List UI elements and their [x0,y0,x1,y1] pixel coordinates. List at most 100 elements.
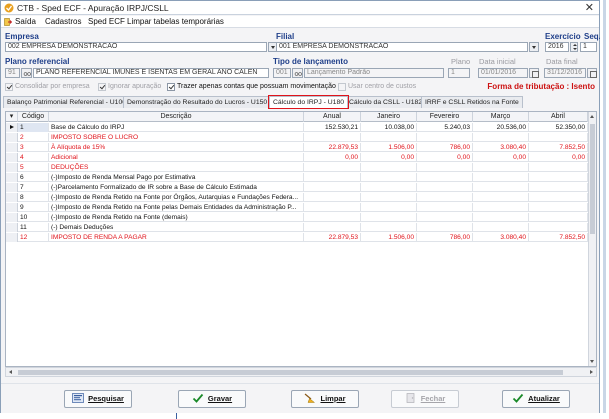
consolidar-checkbox[interactable] [5,83,13,91]
cell-value[interactable] [473,193,529,202]
cell-value[interactable] [417,213,473,222]
data-inicial-calendar-icon[interactable] [529,68,539,78]
cell-value[interactable] [529,133,588,142]
cell-value[interactable] [304,173,361,182]
cell-value[interactable] [417,223,473,232]
filial-field[interactable]: 001 EMPRESA DEMONSTRACAO [276,42,528,52]
plano-referencial-field[interactable]: PLANO REFERENCIAL IMUNES E ISENTAS EM GE… [33,68,269,78]
cell-value[interactable] [361,163,417,172]
cell-value[interactable] [473,163,529,172]
cell-value[interactable] [304,193,361,202]
menu-saida[interactable]: Saída [15,17,36,26]
cell-value[interactable] [417,173,473,182]
cell-value[interactable] [304,203,361,212]
row-indicator[interactable] [6,123,18,132]
gravar-button[interactable]: Gravar [178,390,246,408]
row-indicator[interactable] [6,153,18,162]
exercicio-spin-icon[interactable] [570,42,578,52]
cell-value[interactable] [304,223,361,232]
cell-value[interactable] [529,183,588,192]
row-indicator[interactable] [6,173,18,182]
cell-value[interactable] [361,173,417,182]
cell-value[interactable] [417,163,473,172]
table-row[interactable]: 2 IMPOSTO SOBRE O LUCRO [6,133,588,142]
cell-value[interactable] [473,133,529,142]
cell-value[interactable] [361,193,417,202]
cell-value[interactable] [473,183,529,192]
tab-irrf-csll[interactable]: IRRF e CSLL Retidos na Fonte [421,96,523,108]
menu-cadastros[interactable]: Cadastros [45,17,81,26]
cell-value[interactable]: 786,00 [417,143,473,152]
table-row[interactable]: 8 (-)Imposto de Renda Retido na Fonte por… [6,193,588,202]
cell-value[interactable]: 786,00 [417,233,473,242]
cell-value[interactable]: 0,00 [304,153,361,162]
menu-sped-ecf[interactable]: Sped ECF [88,17,125,26]
column-header[interactable]: Descrição [49,112,304,122]
cell-value[interactable]: 0,00 [529,153,588,162]
table-row[interactable]: 9 (-)Imposto de Renda Retido na Fonte pel… [6,203,588,212]
cell-value[interactable]: 52.350,00 [529,123,588,132]
filial-dropdown-icon[interactable] [529,42,539,52]
column-header[interactable]: Janeiro [361,112,417,122]
row-indicator[interactable] [6,143,18,152]
pesquisar-button[interactable]: Pesquisar [64,390,132,408]
cell-value[interactable]: 0,00 [417,153,473,162]
cell-value[interactable]: 10.038,00 [361,123,417,132]
cell-value[interactable] [473,173,529,182]
cell-value[interactable] [417,193,473,202]
usar-centro-checkbox[interactable] [338,83,346,91]
table-row[interactable]: 12 IMPOSTO DE RENDA A PAGAR 22.879,53 1.506… [6,233,588,242]
scroll-down-icon[interactable] [590,360,594,363]
row-indicator[interactable] [6,223,18,232]
cell-value[interactable]: 7.852,50 [529,143,588,152]
cell-value[interactable] [304,133,361,142]
tipo-lookup-icon[interactable] [292,68,303,78]
exercicio-year-field[interactable]: 2016 [545,42,569,52]
column-header[interactable]: Fevereiro [417,112,473,122]
empresa-field[interactable]: 002 EMPRESA DEMONSTRACAO [5,42,267,52]
horizontal-scrollbar[interactable] [5,367,597,377]
column-header[interactable]: Março [473,112,529,122]
scroll-up-icon[interactable] [590,115,594,118]
cell-value[interactable]: 20.536,00 [473,123,529,132]
cell-value[interactable] [529,223,588,232]
cell-value[interactable]: 1.506,00 [361,233,417,242]
plano-lookup-icon[interactable] [21,68,32,78]
scroll-left-icon[interactable] [9,370,12,374]
vertical-scrollbar[interactable] [588,112,596,366]
close-icon[interactable]: ✕ [585,1,594,15]
table-row[interactable]: 3À Alíquota de 15% 22.879,53 1.506,00 786,0… [6,143,588,152]
table-row[interactable]: 6 (-)Imposto de Renda Mensal Pago por Est… [6,173,588,182]
table-row[interactable]: 10 (-)Imposto de Renda Retido na Fonte (d… [6,213,588,222]
cell-value[interactable] [304,213,361,222]
column-header[interactable]: Abril [529,112,588,122]
scroll-right-icon[interactable] [590,370,593,374]
cell-value[interactable] [529,173,588,182]
cell-value[interactable]: 1.506,00 [361,143,417,152]
cell-value[interactable] [529,163,588,172]
cell-value[interactable] [417,133,473,142]
cell-value[interactable] [417,203,473,212]
cell-value[interactable] [529,213,588,222]
cell-value[interactable]: 3.080,40 [473,233,529,242]
ignorar-checkbox[interactable] [98,83,106,91]
table-row[interactable]: 5 DEDUÇÕES [6,163,588,172]
table-row[interactable]: 11 (-) Demais Deduções [6,223,588,232]
row-indicator[interactable] [6,213,18,222]
row-indicator[interactable] [6,183,18,192]
cell-value[interactable] [304,163,361,172]
atualizar-button[interactable]: Atualizar [502,390,570,408]
horizontal-scroll-thumb[interactable] [18,370,563,375]
cell-value[interactable]: 5.240,03 [417,123,473,132]
row-indicator[interactable] [6,203,18,212]
menu-limpar-tabelas[interactable]: Limpar tabelas temporárias [127,17,224,26]
cell-value[interactable] [304,183,361,192]
row-indicator[interactable] [6,133,18,142]
fechar-button[interactable]: Fechar [391,390,459,408]
cell-value[interactable]: 3.080,40 [473,143,529,152]
cell-value[interactable]: 152.530,21 [304,123,361,132]
seq-field[interactable]: 1 [580,42,597,52]
table-row[interactable]: 1 Base de Cálculo do IRPJ 152.530,21 10.038… [6,123,588,132]
cell-value[interactable]: 0,00 [361,153,417,162]
tab-balanco-patrimonial[interactable]: Balanço Patrimonial Referencial - U100 [3,96,131,108]
